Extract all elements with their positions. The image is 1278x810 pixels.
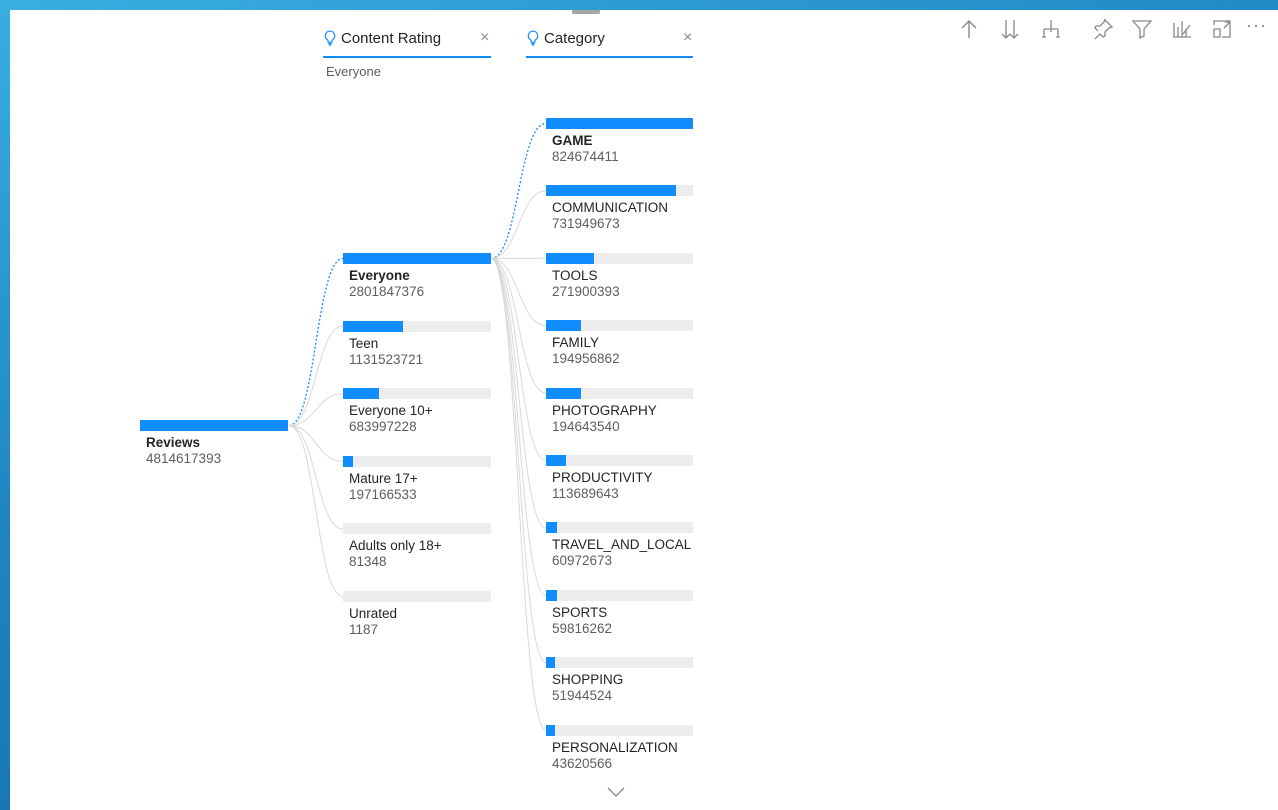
node-label: TRAVEL_AND_LOCAL	[552, 537, 692, 553]
node-bar-fill	[546, 118, 693, 129]
node-value: 81348	[349, 554, 387, 570]
connector-selected	[288, 257, 344, 427]
node-bar-fill	[546, 657, 556, 669]
node-bar-track	[343, 320, 491, 332]
node-bar-track	[546, 657, 693, 669]
node-label: Unrated	[349, 606, 398, 621]
connector	[490, 258, 547, 596]
node-bar-track	[343, 455, 491, 467]
node-label: Adults only 18+	[349, 538, 442, 554]
tree-node-category[interactable]: GAME 824674411	[546, 118, 693, 164]
node-label: PHOTOGRAPHY	[552, 402, 657, 418]
tree-node-content_rating[interactable]: Unrated 1187	[343, 591, 491, 637]
node-bar-fill	[140, 420, 288, 431]
tree-node-category[interactable]: PERSONALIZATION 43620566	[546, 724, 693, 771]
node-label: FAMILY	[552, 335, 600, 351]
node-bar-track	[546, 724, 693, 736]
node-value: 51944524	[552, 688, 613, 704]
tree-node-category[interactable]: COMMUNICATION 731949673	[546, 185, 693, 232]
tree-node-category[interactable]: TOOLS 271900393	[546, 252, 693, 299]
node-value: 683997228	[349, 419, 417, 435]
connector	[490, 258, 547, 394]
connector	[288, 425, 344, 597]
node-bar-fill	[546, 724, 555, 736]
node-label: GAME	[552, 133, 593, 148]
connector	[288, 325, 344, 426]
node-bar-track	[140, 420, 288, 431]
node-bar-fill	[343, 320, 403, 332]
tree-node-content_rating[interactable]: Mature 17+ 197166533	[343, 455, 491, 502]
connector	[490, 190, 547, 259]
node-bar-track	[546, 522, 693, 534]
node-label: Teen	[349, 335, 379, 351]
node-label: Everyone 10+	[349, 403, 433, 419]
node-bar-fill	[343, 455, 354, 467]
node-label: SPORTS	[552, 604, 608, 620]
tree-node-content_rating[interactable]: Everyone 10+ 683997228	[343, 388, 491, 435]
node-value: 824674411	[552, 149, 619, 164]
node-bar-fill	[546, 455, 567, 466]
node-bar-fill	[546, 589, 557, 601]
connector	[490, 258, 547, 731]
node-value: 731949673	[552, 216, 620, 232]
node-bar-track	[546, 320, 693, 332]
node-value: 197166533	[349, 486, 417, 502]
node-value: 113689643	[552, 486, 619, 501]
node-label: SHOPPING	[552, 672, 624, 688]
node-value: 271900393	[552, 283, 620, 299]
node-bar-track	[546, 589, 693, 601]
tree-node-content_rating[interactable]: Teen 1131523721	[343, 320, 491, 367]
node-bar-track	[546, 185, 693, 197]
node-bar-fill	[546, 522, 557, 534]
connector	[490, 258, 547, 664]
node-bar-fill	[546, 320, 581, 332]
node-bar-track	[343, 523, 491, 535]
tree-node-category[interactable]: TRAVEL_AND_LOCAL 60972673	[546, 522, 693, 569]
node-value: 4814617393	[146, 451, 222, 466]
node-bar-fill	[546, 252, 595, 264]
node-value: 194643540	[552, 418, 620, 434]
node-bar-track	[546, 252, 693, 264]
node-bar-track	[546, 118, 693, 129]
node-label: PRODUCTIVITY	[552, 470, 653, 485]
tree-node-category[interactable]: FAMILY 194956862	[546, 320, 693, 367]
node-label: Everyone	[349, 268, 410, 283]
node-value: 59816262	[552, 620, 613, 636]
node-bar-track	[546, 455, 693, 466]
tree-node-category[interactable]: PRODUCTIVITY 113689643	[546, 455, 693, 501]
node-label: PERSONALIZATION	[552, 739, 678, 755]
node-label: TOOLS	[552, 267, 598, 283]
decomposition-tree-visual: Content Rating × Everyone Category × ···…	[10, 10, 1278, 810]
tree-node-category[interactable]: SPORTS 59816262	[546, 589, 693, 636]
node-value: 1187	[349, 622, 379, 637]
node-value: 60972673	[552, 553, 613, 569]
tree-node-content_rating[interactable]: Everyone 2801847376	[343, 253, 491, 299]
tree-node-content_rating[interactable]: Adults only 18+ 81348	[343, 523, 491, 570]
tree-node-category[interactable]: PHOTOGRAPHY 194643540	[546, 387, 693, 434]
node-bar-fill	[343, 253, 491, 264]
node-bar-track	[343, 591, 491, 602]
node-label: Mature 17+	[349, 470, 418, 486]
node-bar-fill	[343, 388, 380, 400]
node-bar-track	[343, 253, 491, 264]
tree-node-category[interactable]: SHOPPING 51944524	[546, 657, 693, 704]
scroll-down-chevron-icon[interactable]	[606, 785, 626, 803]
node-label: Reviews	[146, 435, 201, 450]
node-value: 194956862	[552, 351, 620, 367]
node-bar-fill	[546, 185, 677, 197]
node-bar-track	[546, 387, 693, 399]
tree-node-root[interactable]: Reviews 4814617393	[140, 420, 290, 466]
node-value: 2801847376	[349, 284, 425, 299]
node-bar-track	[343, 388, 491, 400]
node-bar-fill	[546, 387, 581, 399]
node-value: 43620566	[552, 755, 613, 771]
node-value: 1131523721	[349, 351, 424, 367]
connector-selected	[490, 122, 547, 260]
node-label: COMMUNICATION	[552, 200, 668, 216]
